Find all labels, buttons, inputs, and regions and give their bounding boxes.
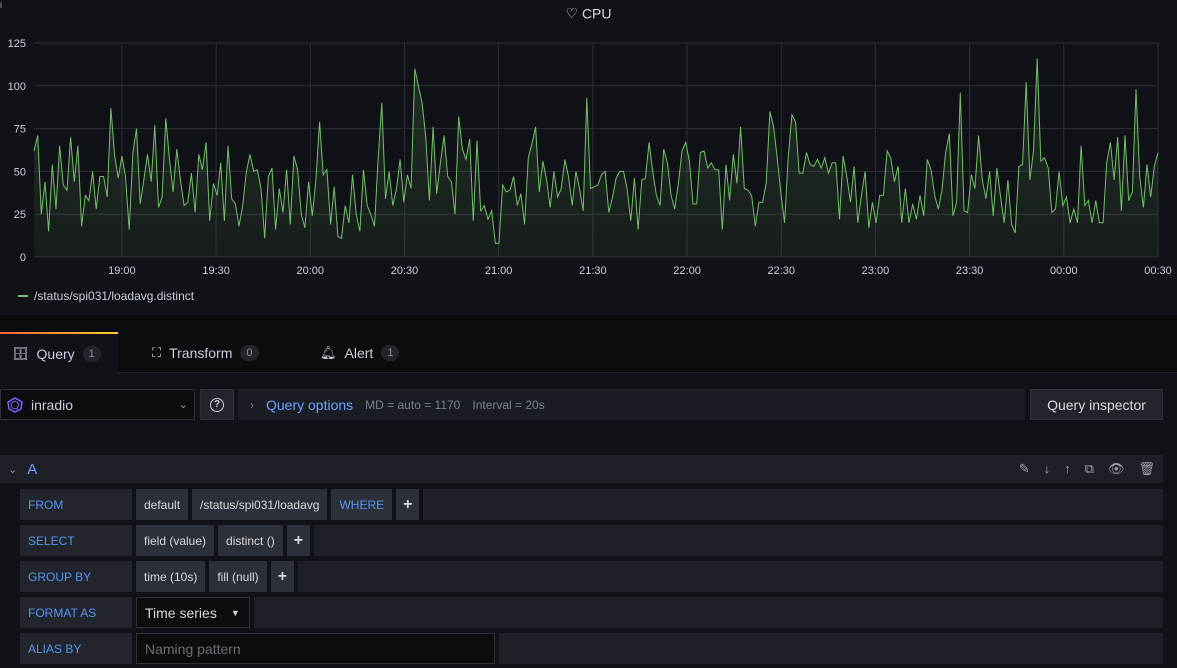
alias-by-input[interactable]: Naming pattern	[136, 633, 495, 664]
group-by-fill[interactable]: fill (null)	[209, 561, 267, 592]
bell-icon: 🔔︎	[320, 344, 337, 360]
add-where-button[interactable]: +	[396, 489, 420, 520]
chevron-right-icon: ›	[250, 397, 254, 412]
move-down-icon[interactable]: ↓	[1044, 461, 1051, 477]
x-tick-label: 00:00	[1050, 265, 1078, 277]
x-tick-label: 21:00	[485, 265, 513, 277]
time-series-chart: 0 25 50 75 100 125 19:00 19:30 20:00 20:30 21:00 21…	[8, 38, 1172, 277]
eye-icon[interactable]: 👁︎	[1108, 461, 1125, 477]
trash-icon[interactable]: 🗑︎	[1138, 461, 1155, 477]
duplicate-icon[interactable]: ⧉	[1085, 461, 1094, 477]
alert-count-badge: 1	[381, 344, 400, 361]
y-tick-label: 50	[14, 166, 26, 178]
from-row: FROM default /status/spi031/loadavg WHER…	[20, 489, 1163, 520]
legend-item[interactable]: /status/spi031/loadavg.distinct	[18, 289, 194, 303]
transform-count-badge: 0	[240, 344, 259, 361]
x-tick-label: 22:30	[767, 265, 795, 277]
select-row: SELECT field (value) distinct () +	[20, 525, 1163, 556]
query-row-header: ⌄ A ✎ ↓ ↑ ⧉ 👁︎ 🗑︎	[0, 455, 1163, 483]
collapse-chevron-icon[interactable]: ⌄	[8, 463, 17, 476]
question-icon: ?	[210, 397, 224, 412]
transform-icon: ⛶	[152, 344, 162, 360]
query-inspector-button[interactable]: Query inspector	[1030, 389, 1163, 420]
y-tick-label: 100	[8, 81, 26, 93]
x-tick-label: 19:30	[202, 265, 230, 277]
group-by-time[interactable]: time (10s)	[136, 561, 206, 592]
influxdb-icon	[7, 396, 23, 413]
alias-by-row: ALIAS BY Naming pattern	[20, 633, 1163, 664]
chevron-down-icon: ⌄	[178, 399, 188, 411]
tab-query[interactable]: 🗄 Query 1	[0, 332, 118, 373]
where-keyword: WHERE	[331, 489, 393, 520]
query-count-badge: 1	[82, 345, 101, 362]
x-tick-label: 21:30	[579, 265, 607, 277]
help-button[interactable]: ?	[200, 389, 234, 420]
x-tick-label: 00:30	[1144, 265, 1172, 277]
x-tick-label: 23:00	[862, 265, 890, 277]
datasource-picker[interactable]: inradio ⌄	[0, 389, 195, 420]
move-up-icon[interactable]: ↑	[1064, 461, 1071, 477]
database-icon: 🗄	[12, 345, 29, 361]
retention-policy[interactable]: default	[136, 489, 189, 520]
tab-alert[interactable]: 🔔︎ Alert 1	[308, 332, 411, 373]
add-group-by-button[interactable]: +	[270, 561, 295, 592]
x-tick-label: 22:00	[673, 265, 701, 277]
graph-panel: i ♡ CPU 0 25 50 75 100 125 19:00 19:30 20:00 20:3…	[0, 0, 1177, 315]
edit-icon[interactable]: ✎	[1019, 461, 1030, 477]
select-function[interactable]: distinct ()	[218, 525, 283, 556]
editor-tabs: 🗄 Query 1 ⛶ Transform 0 🔔︎ Alert 1	[0, 315, 1177, 373]
y-tick-label: 125	[8, 38, 26, 50]
series-area	[34, 58, 1158, 258]
tab-transform[interactable]: ⛶ Transform 0	[140, 332, 271, 373]
x-tick-label: 19:00	[108, 265, 136, 277]
group-by-row: GROUP BY time (10s) fill (null) +	[20, 561, 1163, 592]
x-tick-label: 23:30	[956, 265, 984, 277]
y-tick-label: 25	[14, 209, 26, 221]
caret-down-icon: ▼	[230, 607, 240, 618]
format-as-row: FORMAT AS Time series ▼	[20, 597, 1163, 628]
x-tick-label: 20:00	[297, 265, 325, 277]
query-ref-name[interactable]: A	[27, 461, 37, 478]
y-tick-label: 75	[14, 124, 26, 136]
select-field[interactable]: field (value)	[136, 525, 215, 556]
y-tick-label: 0	[20, 252, 26, 264]
format-as-select[interactable]: Time series ▼	[136, 597, 250, 628]
legend-swatch	[18, 295, 28, 297]
add-select-button[interactable]: +	[286, 525, 311, 556]
query-options-toggle[interactable]: › Query options MD = auto = 1170 Interva…	[238, 389, 1025, 420]
x-tick-label: 20:30	[391, 265, 419, 277]
measurement[interactable]: /status/spi031/loadavg	[192, 489, 328, 520]
